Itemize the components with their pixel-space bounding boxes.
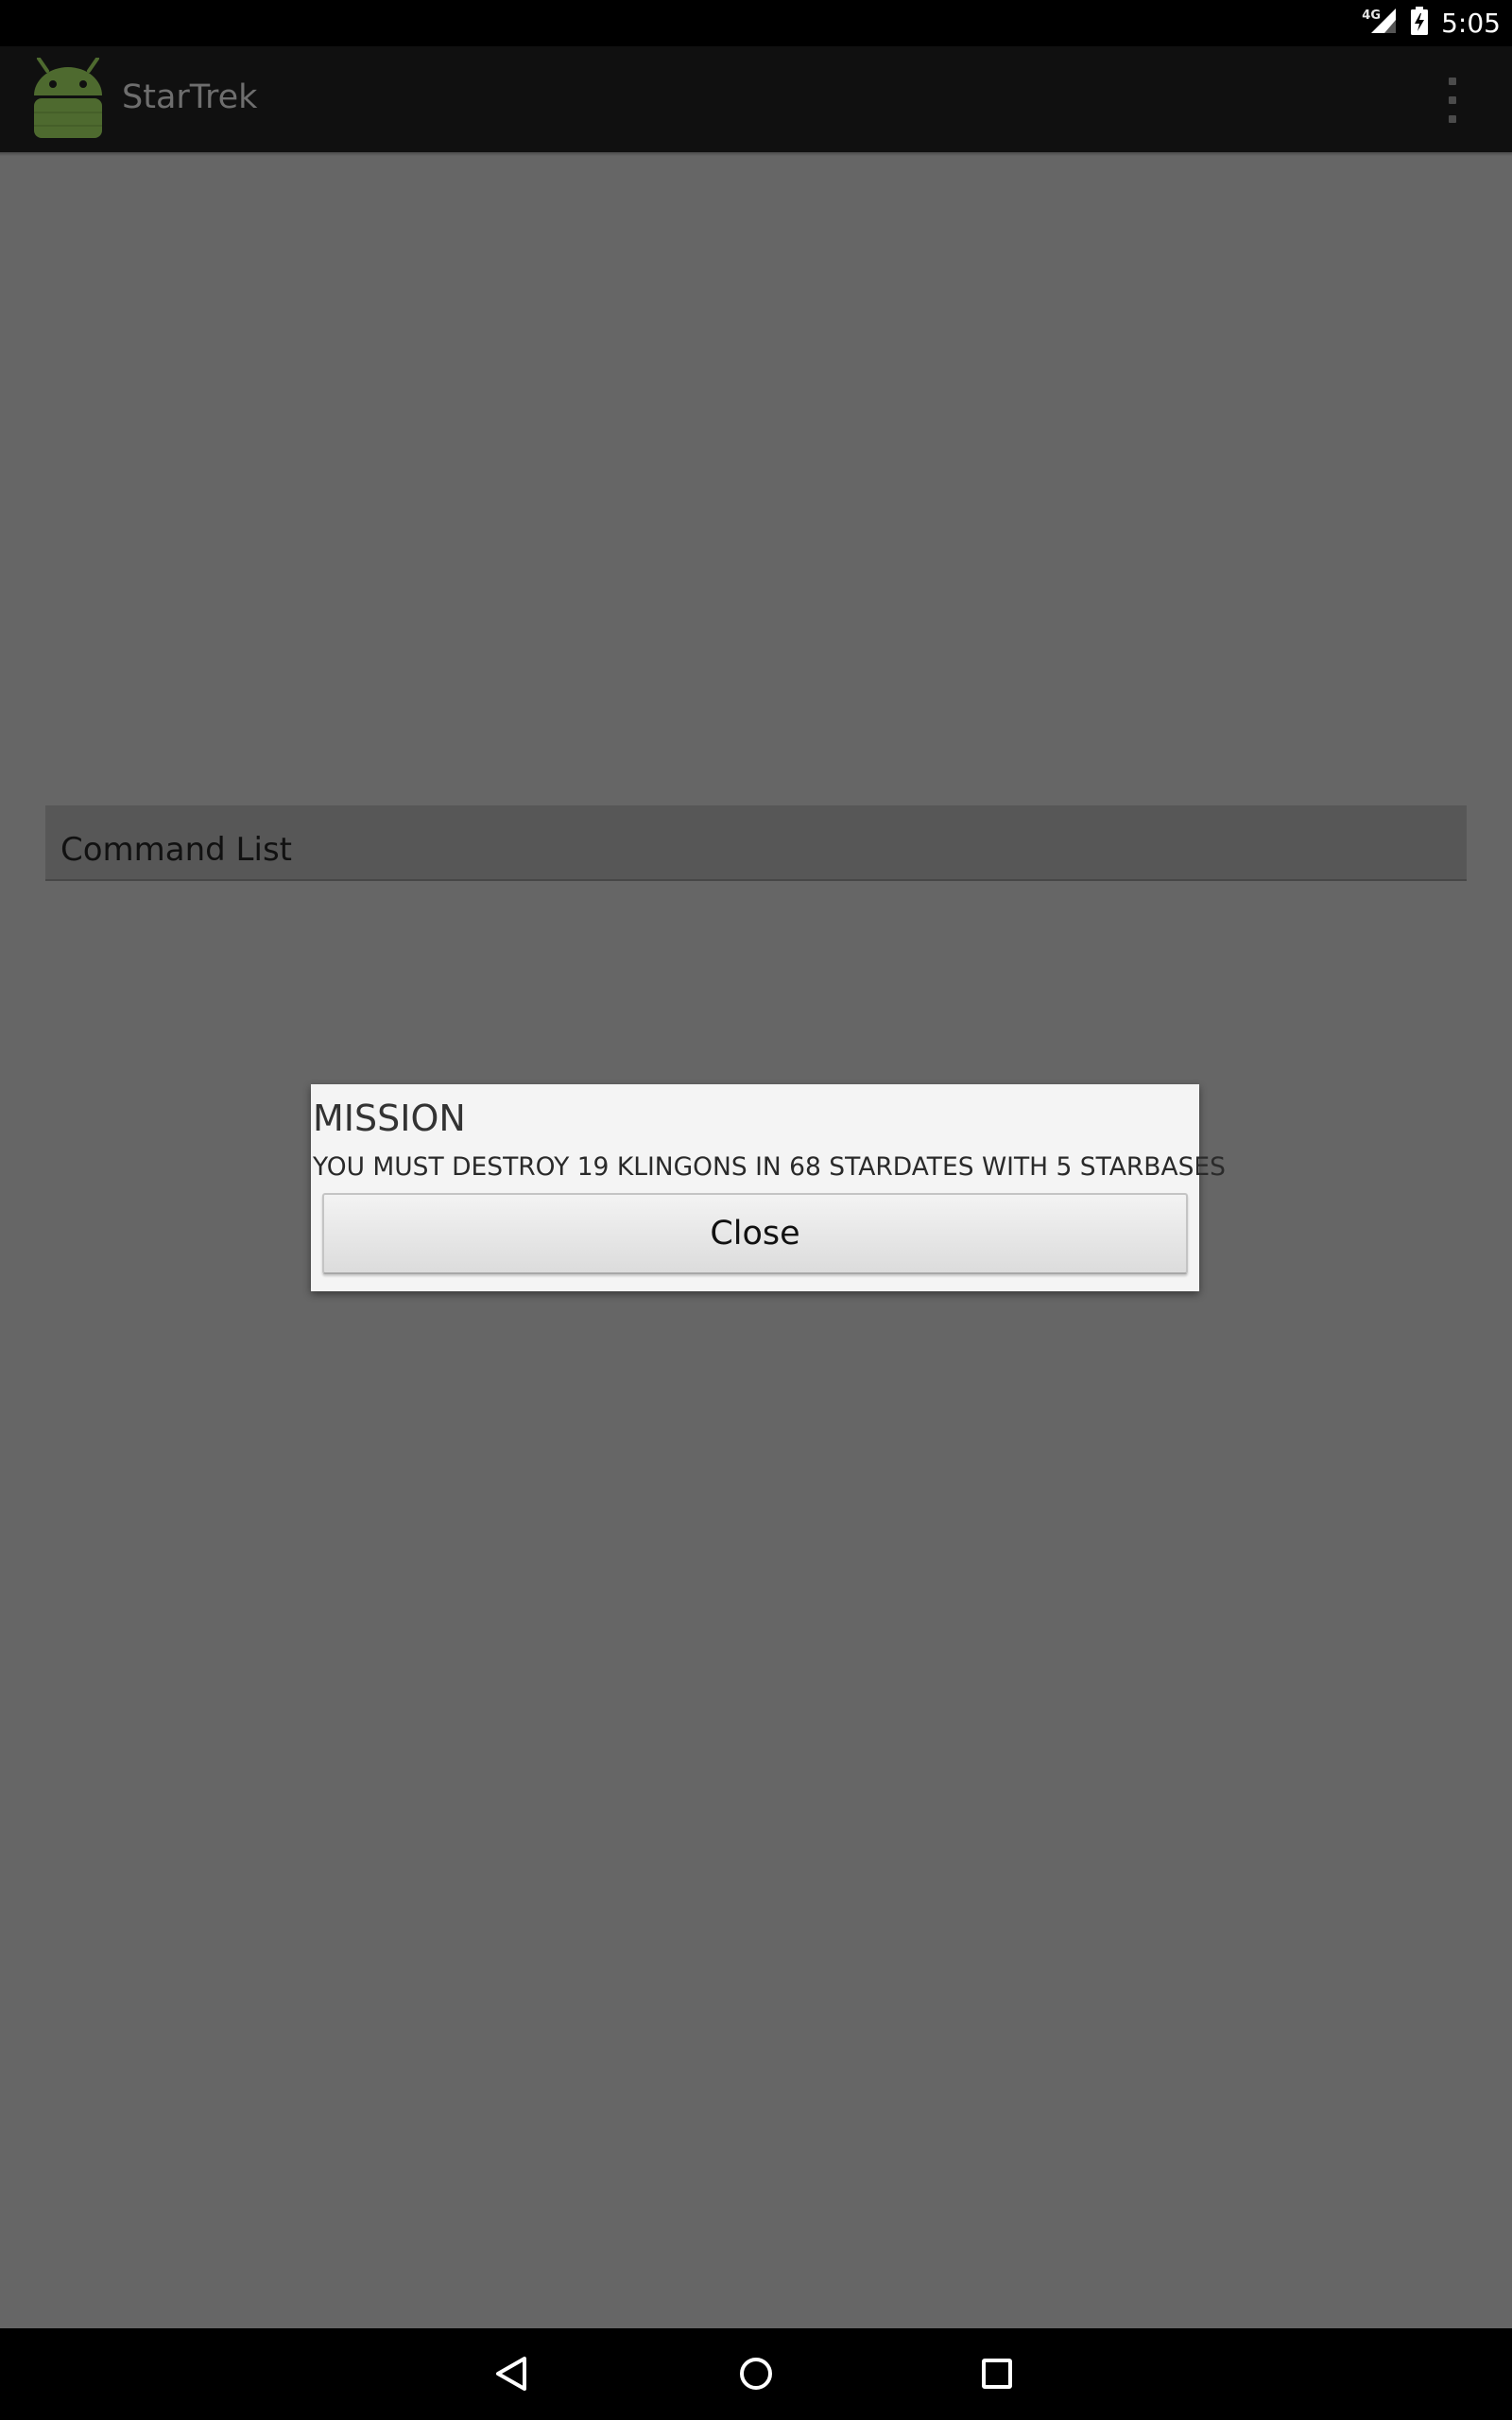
status-bar: 4G 5:05 (0, 0, 1512, 46)
back-icon[interactable] (487, 2347, 540, 2400)
recents-icon[interactable] (971, 2347, 1023, 2400)
action-bar-shadow (0, 152, 1512, 156)
command-list-spinner[interactable]: Command List (45, 805, 1467, 881)
command-list-label: Command List (60, 831, 292, 869)
overflow-dot (1449, 115, 1456, 123)
action-bar: StarTrek (0, 46, 1512, 152)
overflow-menu-icon[interactable] (1436, 78, 1469, 123)
status-time: 5:05 (1441, 8, 1501, 39)
navigation-bar (0, 2328, 1512, 2420)
close-button[interactable]: Close (322, 1193, 1188, 1274)
home-icon[interactable] (730, 2347, 782, 2400)
android-robot-icon[interactable] (28, 57, 108, 139)
mission-dialog: MISSION YOU MUST DESTROY 19 KLINGONS IN … (311, 1084, 1226, 1291)
overflow-dot (1449, 78, 1456, 85)
dialog-message: YOU MUST DESTROY 19 KLINGONS IN 68 STARD… (313, 1152, 1226, 1182)
dialog-title: MISSION (313, 1098, 466, 1139)
battery-charging-icon (1411, 7, 1429, 40)
overflow-dot (1449, 96, 1456, 104)
signal-icon (1369, 7, 1398, 40)
app-title: StarTrek (122, 78, 258, 116)
status-indicators: 5:05 (1369, 0, 1501, 46)
